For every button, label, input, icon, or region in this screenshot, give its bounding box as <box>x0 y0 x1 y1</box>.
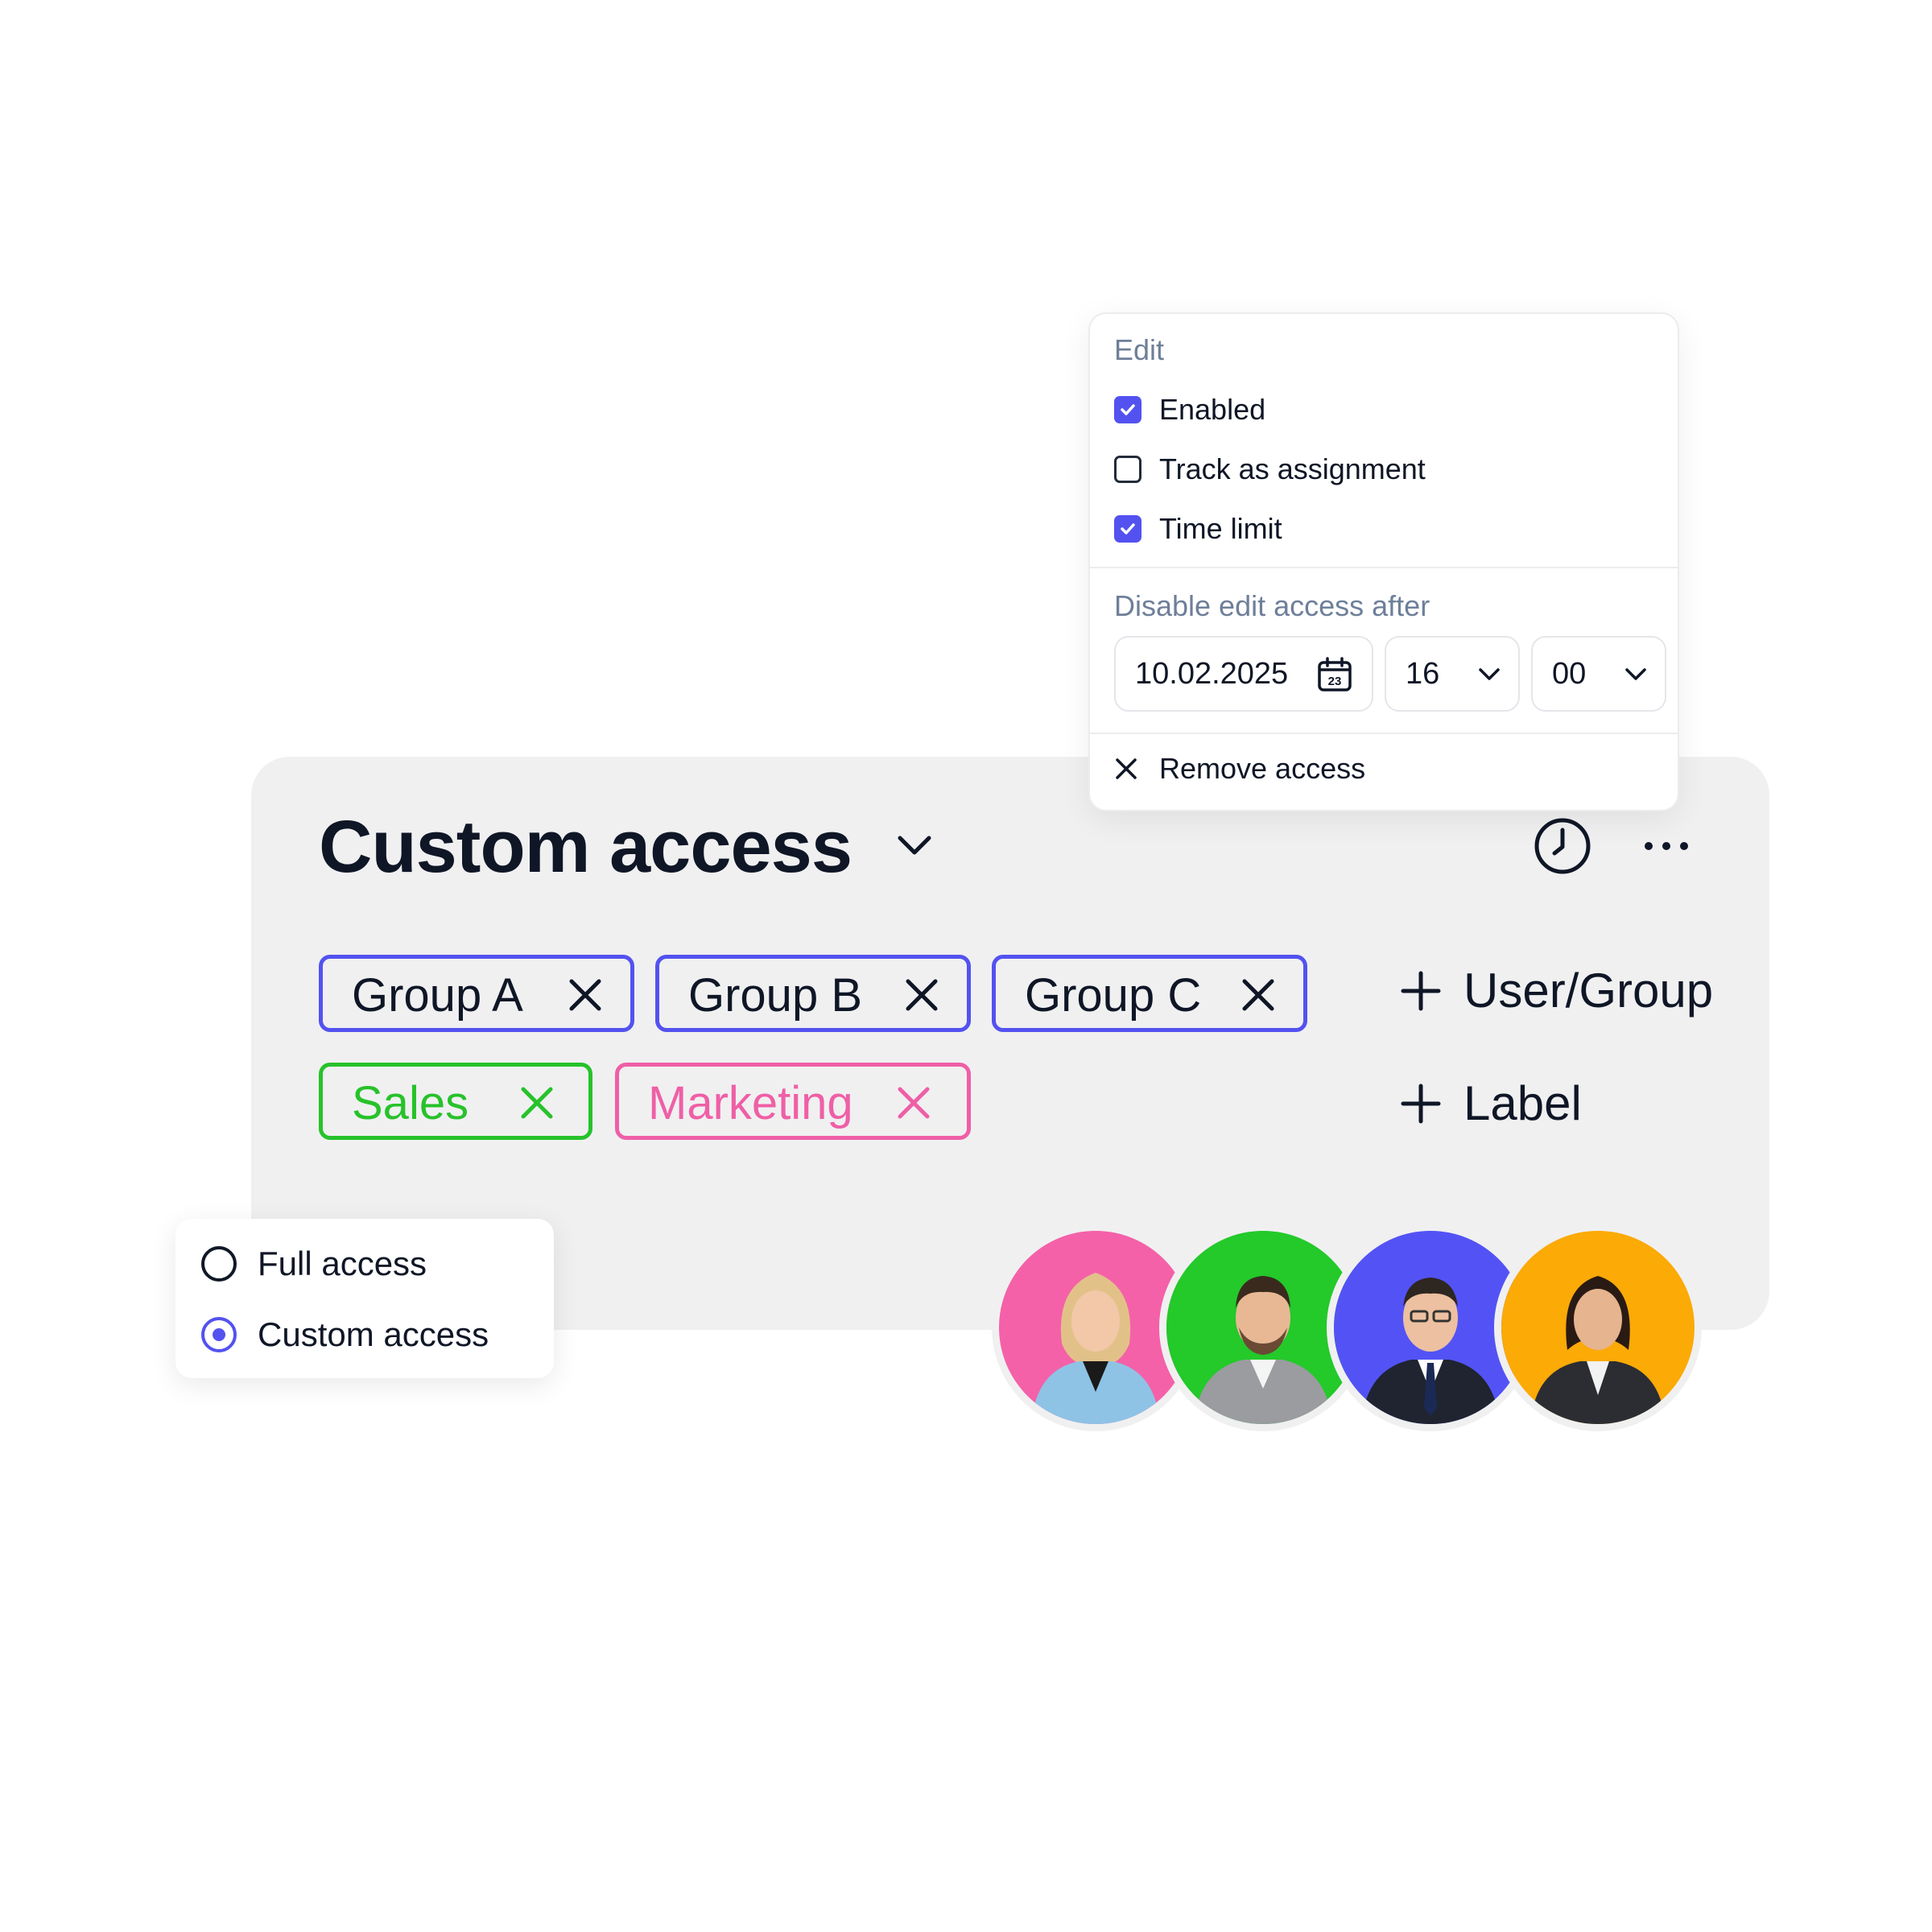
enabled-label: Enabled <box>1159 393 1266 426</box>
label-chip: Marketing <box>615 1063 971 1140</box>
date-value: 10.02.2025 <box>1135 657 1289 691</box>
checkbox-checked-icon[interactable] <box>1114 515 1141 543</box>
avatar[interactable] <box>1494 1224 1702 1431</box>
time-limit-heading: Disable edit access after <box>1114 589 1430 622</box>
group-chip: Group B <box>655 955 971 1032</box>
close-icon[interactable] <box>896 1085 931 1121</box>
date-input[interactable]: 10.02.2025 23 <box>1114 636 1373 712</box>
calendar-icon-day: 23 <box>1328 675 1342 688</box>
person-woman-dark-hair-icon <box>1501 1231 1695 1424</box>
clock-icon[interactable] <box>1533 816 1592 876</box>
add-label-button[interactable]: Label <box>1401 1075 1582 1131</box>
custom-access-option[interactable]: Custom access <box>201 1315 489 1354</box>
hour-value: 16 <box>1406 657 1440 691</box>
group-chip: Group A <box>319 955 634 1032</box>
radio-selected-icon[interactable] <box>201 1317 237 1352</box>
plus-icon <box>1401 971 1441 1010</box>
hour-select[interactable]: 16 <box>1385 636 1520 712</box>
time-limit-label: Time limit <box>1159 512 1282 545</box>
add-user-group-label: User/Group <box>1463 964 1714 1018</box>
checkbox-checked-icon[interactable] <box>1114 396 1141 423</box>
close-icon[interactable] <box>519 1085 555 1121</box>
chevron-down-icon[interactable] <box>895 830 934 862</box>
track-assignment-option[interactable]: Track as assignment <box>1114 452 1426 486</box>
close-icon[interactable] <box>568 977 603 1013</box>
edit-access-popover: Edit Enabled Track as assignment Time li… <box>1088 312 1679 811</box>
close-icon[interactable] <box>1241 977 1276 1013</box>
add-label-label: Label <box>1463 1076 1582 1130</box>
edit-heading: Edit <box>1114 333 1165 366</box>
enabled-option[interactable]: Enabled <box>1114 393 1265 427</box>
full-access-label: Full access <box>258 1245 427 1282</box>
plus-icon <box>1401 1084 1441 1123</box>
time-limit-option[interactable]: Time limit <box>1114 512 1282 546</box>
access-title[interactable]: Custom access <box>319 805 852 889</box>
chevron-down-icon <box>1625 668 1646 680</box>
chip-label: Marketing <box>648 1077 853 1129</box>
chip-label: Group A <box>352 969 523 1022</box>
checkbox-unchecked-icon[interactable] <box>1114 456 1141 483</box>
access-type-selector: Full access Custom access <box>175 1219 554 1378</box>
chip-label: Group B <box>688 969 862 1022</box>
divider <box>1090 733 1678 734</box>
radio-unselected-icon[interactable] <box>201 1246 237 1282</box>
track-assignment-label: Track as assignment <box>1159 452 1426 485</box>
group-chip: Group C <box>992 955 1307 1032</box>
remove-access-button[interactable]: Remove access <box>1114 752 1365 786</box>
more-options-icon[interactable] <box>1642 832 1690 860</box>
chip-label: Sales <box>352 1077 469 1129</box>
label-chip: Sales <box>319 1063 592 1140</box>
minute-select[interactable]: 00 <box>1531 636 1666 712</box>
close-icon <box>1116 758 1137 779</box>
remove-access-label: Remove access <box>1159 752 1366 785</box>
divider <box>1090 567 1678 568</box>
full-access-option[interactable]: Full access <box>201 1245 427 1283</box>
custom-access-label: Custom access <box>258 1315 489 1353</box>
chevron-down-icon <box>1479 668 1500 680</box>
close-icon[interactable] <box>904 977 939 1013</box>
add-user-group-button[interactable]: User/Group <box>1401 963 1713 1018</box>
minute-value: 00 <box>1552 657 1587 691</box>
chip-label: Group C <box>1025 969 1202 1022</box>
calendar-icon[interactable]: 23 <box>1315 655 1354 694</box>
